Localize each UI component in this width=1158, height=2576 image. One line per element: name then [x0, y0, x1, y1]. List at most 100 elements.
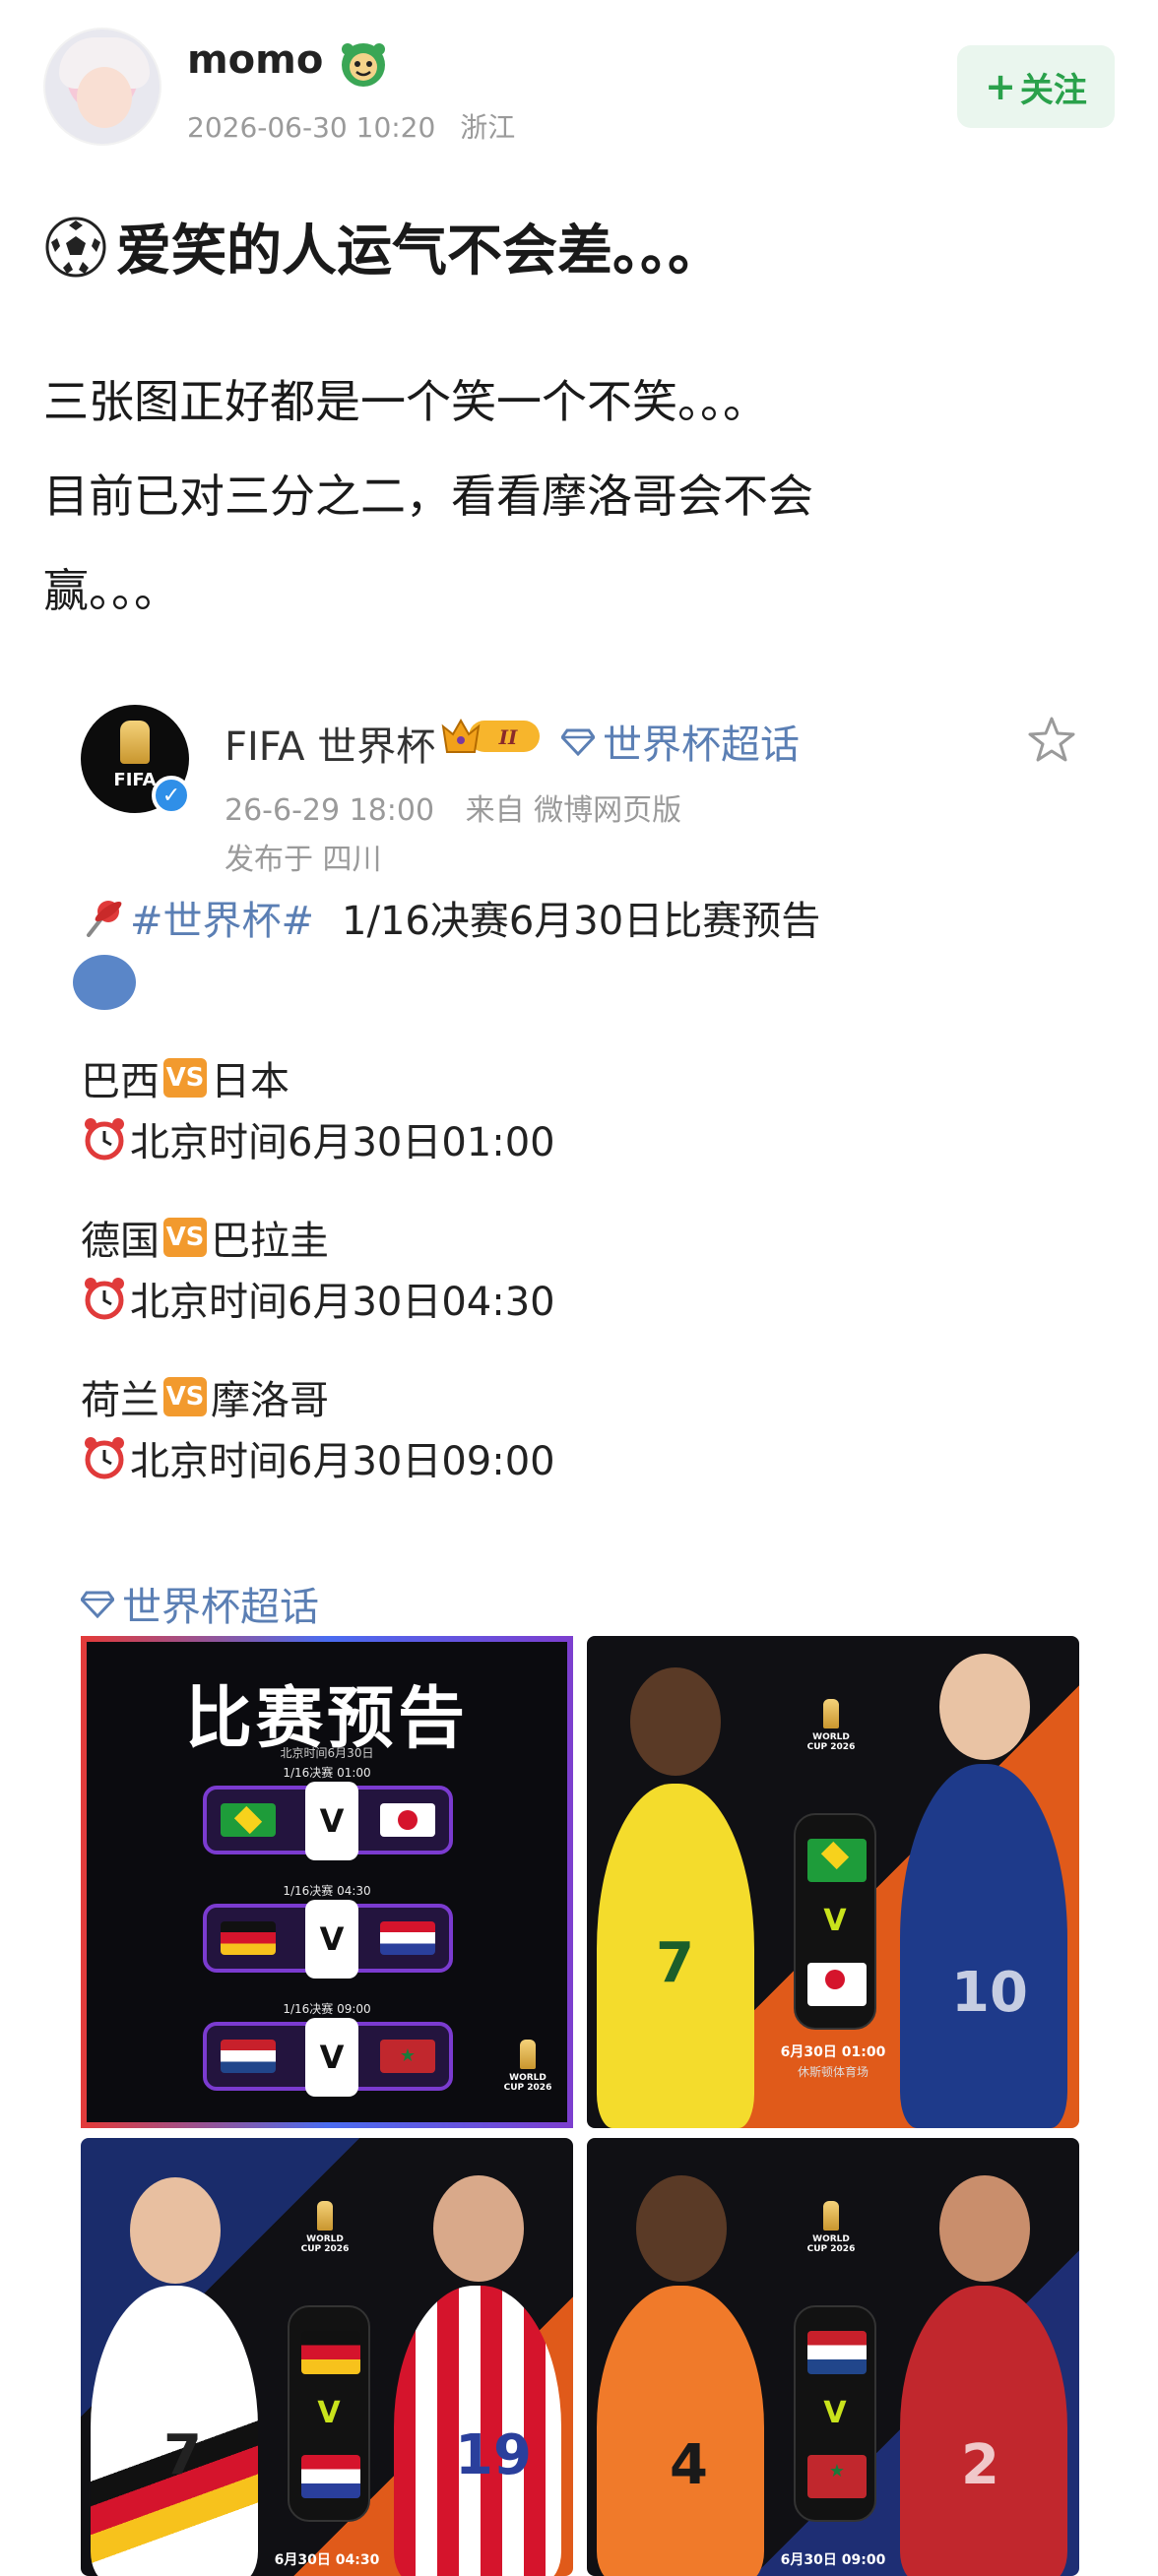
trophy-icon — [520, 2040, 536, 2069]
post-body-line: 目前已对三分之二，看看摩洛哥会不会 — [43, 470, 813, 523]
vs-icon: VS — [163, 1377, 207, 1416]
brazil-flag-icon — [221, 1803, 276, 1837]
germany-flag-icon — [221, 1921, 276, 1955]
emoji-blob-icon — [73, 955, 136, 1010]
world-cup-logo-text: WORLD CUP 2026 — [503, 2073, 552, 2093]
supertopic-label: 世界杯超话 — [603, 723, 800, 768]
paraguay-flag-icon — [301, 2455, 360, 2498]
vip-crown-badge-icon: II — [441, 718, 540, 753]
image-germany-vs-paraguay[interactable]: 7 19 WORLD CUP 2026 V 6月30日 04:30 — [81, 2138, 573, 2576]
follow-label: 关注 — [1019, 70, 1087, 110]
diamond-icon — [81, 1591, 114, 1618]
fixture-row: V — [203, 1782, 453, 1860]
match-teams: 荷兰 VS 摩洛哥 — [81, 1366, 1085, 1427]
home-team: 巴西 — [81, 1059, 160, 1104]
japan-flag-icon — [807, 1963, 867, 2006]
fan-badge-icon — [342, 43, 385, 87]
preview-subtitle: 北京时间6月30日 — [280, 1746, 374, 1760]
germany-flag-icon — [301, 2331, 360, 2374]
tile-caption: 6月30日 09:00 — [780, 2552, 886, 2568]
fixture-label: 1/16决赛 01:00 — [283, 1766, 371, 1780]
jersey-number: 10 — [951, 1961, 1028, 2025]
repost-source: 来自 微博网页版 — [465, 793, 682, 828]
kickoff-time: 北京时间6月30日01:00 — [130, 1120, 555, 1165]
trophy-icon — [120, 721, 150, 764]
match-teams: 巴西 VS 日本 — [81, 1047, 1085, 1108]
player-head — [130, 2177, 221, 2284]
repost-location: 发布于 四川 — [225, 843, 382, 877]
fixture-label: 1/16决赛 09:00 — [283, 2002, 371, 2016]
image-brazil-vs-japan[interactable]: 7 10 WORLD CUP 2026 V 6月30日 01:00 休斯顿体育场 — [587, 1636, 1079, 2128]
jersey-number: 19 — [455, 2423, 532, 2487]
repost-meta: 26-6-29 18:00 来自 微博网页版 — [225, 785, 681, 829]
away-team: 巴拉圭 — [211, 1219, 329, 1264]
match-item: 德国 VS 巴拉圭 北京时间6月30日04:30 — [81, 1207, 1085, 1329]
post-timestamp: 2026-06-30 10:20 — [187, 111, 436, 144]
netherlands-flag-icon — [807, 2331, 867, 2374]
username[interactable]: momo — [187, 37, 323, 83]
match-teams: 德国 VS 巴拉圭 — [81, 1207, 1085, 1268]
jersey-number: 7 — [656, 1931, 694, 1995]
fixture-row: V — [203, 2018, 453, 2097]
post-body: 三张图正好都是一个笑一个不笑。。。 目前已对三分之二，看看摩洛哥会不会 赢。。。 — [43, 354, 1107, 638]
player-head — [939, 2175, 1030, 2282]
kickoff-time: 北京时间6月30日09:00 — [130, 1439, 555, 1484]
world-cup-logo: WORLD CUP 2026 — [807, 2201, 855, 2264]
repost-card[interactable]: FIFA ✓ FIFA 世界杯 II 世界杯超话 26-6-29 18:00 来… — [43, 689, 1115, 2576]
follow-button[interactable]: + 关注 — [957, 45, 1115, 128]
image-match-preview[interactable]: 比赛预告 北京时间6月30日 1/16决赛 01:00 V 1/16决赛 04:… — [81, 1636, 573, 2128]
repost-headline: 1/16决赛6月30日比赛预告 — [342, 899, 821, 944]
player-head — [630, 1667, 721, 1776]
repost-date: 26-6-29 18:00 — [225, 793, 435, 828]
tile-caption: 6月30日 04:30 — [274, 2552, 380, 2568]
versus-chip: V — [305, 1900, 358, 1979]
fixture-row: V — [203, 1900, 453, 1979]
match-item: 巴西 VS 日本 北京时间6月30日01:00 — [81, 1047, 1085, 1169]
jersey-number: 7 — [163, 2423, 202, 2487]
supertopic-footer-label: 世界杯超话 — [122, 1585, 319, 1630]
home-team: 荷兰 — [81, 1378, 160, 1423]
post-body-line: 三张图正好都是一个笑一个不笑。。。 — [43, 375, 768, 428]
match-time: 北京时间6月30日01:00 — [81, 1108, 1085, 1169]
image-netherlands-vs-morocco[interactable]: 4 2 WORLD CUP 2026 V 6月30日 09:00 — [587, 2138, 1079, 2576]
world-cup-logo-text: WORLD CUP 2026 — [806, 1732, 856, 1752]
post-title: 爱笑的人运气不会差。。。 — [43, 207, 723, 286]
vs-icon: VS — [163, 1218, 207, 1257]
match-panel: V — [794, 1813, 876, 2030]
repost-author[interactable]: FIFA 世界杯 — [225, 715, 435, 772]
player-netherlands — [597, 2175, 764, 2576]
star-icon[interactable] — [1026, 715, 1077, 766]
kickoff-time: 北京时间6月30日04:30 — [130, 1280, 555, 1325]
match-panel: V — [288, 2305, 370, 2522]
player-head — [636, 2175, 727, 2282]
away-team: 日本 — [211, 1059, 290, 1104]
player-head — [939, 1654, 1030, 1760]
tile-caption: 6月30日 01:00 — [780, 2044, 886, 2060]
plus-icon: + — [985, 65, 1016, 108]
match-item: 荷兰 VS 摩洛哥 北京时间6月30日09:00 — [81, 1366, 1085, 1488]
vip-level: II — [498, 725, 518, 749]
soccer-ball-icon — [45, 217, 106, 277]
hashtag-link[interactable]: #世界杯# — [130, 889, 314, 946]
world-cup-logo-text: WORLD CUP 2026 — [300, 2234, 350, 2254]
world-cup-logo: WORLD CUP 2026 — [807, 1699, 855, 1762]
versus-letter: V — [823, 1904, 847, 1938]
alarm-clock-icon — [85, 1278, 124, 1320]
image-grid: 比赛预告 北京时间6月30日 1/16决赛 01:00 V 1/16决赛 04:… — [81, 1636, 1085, 2576]
supertopic-link[interactable]: 世界杯超话 — [561, 713, 800, 770]
netherlands-flag-icon — [221, 2040, 276, 2073]
user-avatar[interactable] — [43, 28, 161, 146]
alarm-clock-icon — [85, 1118, 124, 1161]
versus-letter: V — [823, 2396, 847, 2430]
trophy-icon — [823, 2201, 839, 2230]
post-meta: 2026-06-30 10:20 浙江 — [187, 106, 515, 146]
versus-chip: V — [305, 2018, 358, 2097]
diamond-icon — [561, 728, 595, 756]
alarm-clock-icon — [85, 1437, 124, 1479]
avatar-face — [77, 67, 132, 128]
versus-chip: V — [305, 1782, 358, 1860]
japan-flag-icon — [380, 1803, 435, 1837]
post-location: 浙江 — [460, 111, 516, 144]
supertopic-footer-link[interactable]: 世界杯超话 — [81, 1575, 319, 1632]
post-header: momo 2026-06-30 10:20 浙江 + 关注 — [0, 0, 1158, 177]
